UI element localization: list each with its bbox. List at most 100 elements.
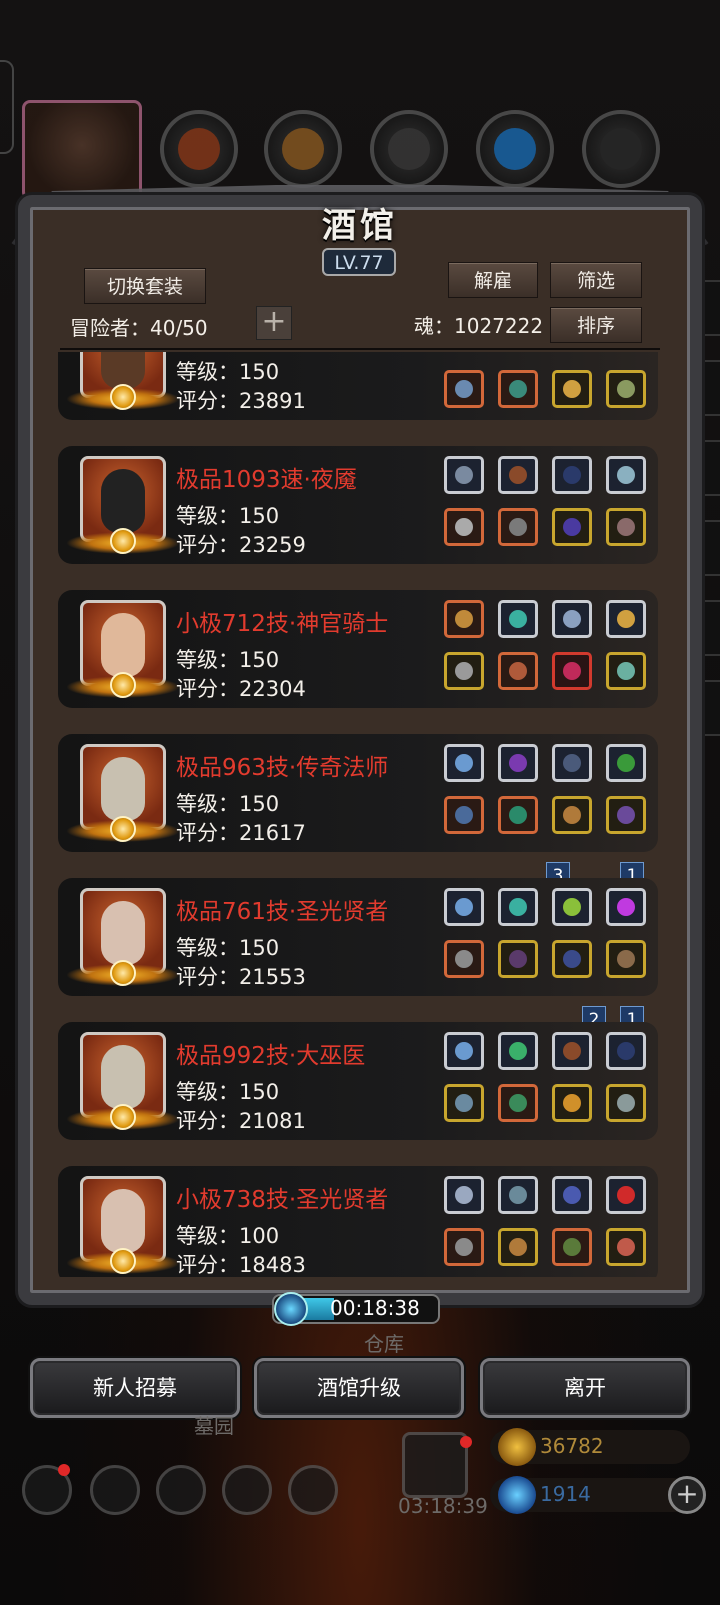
equip-slot[interactable] [552, 1084, 592, 1122]
equip-slot[interactable] [606, 600, 646, 638]
switch-set-button[interactable]: 切换套装 [84, 268, 206, 304]
equip-slot[interactable] [552, 1032, 592, 1070]
hero-card[interactable]: 小极738技·圣光贤者 等级：100 评分：18483 [58, 1166, 658, 1277]
equip-slot[interactable] [444, 600, 484, 638]
equip-slot[interactable] [606, 796, 646, 834]
upgrade-timer: 00:18:38 [330, 1296, 420, 1320]
equip-slot[interactable] [552, 1176, 592, 1214]
hero-score: 评分：21553 [176, 965, 306, 989]
hero-name: 极品1093速·夜魇 [176, 467, 357, 493]
rank-icon[interactable] [156, 1465, 206, 1515]
tavern-level-badge: LV.77 [322, 248, 396, 276]
star-emblem-icon [110, 1248, 136, 1274]
resource-iron-icon [582, 110, 660, 188]
tavern-upgrade-button[interactable]: 酒馆升级 [254, 1358, 464, 1418]
equip-slot[interactable] [444, 796, 484, 834]
hero-score: 评分：21617 [176, 821, 306, 845]
equip-slot[interactable] [498, 1228, 538, 1266]
equip-slot[interactable] [552, 370, 592, 408]
equip-slot[interactable] [498, 600, 538, 638]
equip-slot[interactable] [498, 796, 538, 834]
player-avatar[interactable] [22, 100, 142, 200]
equip-slot[interactable] [552, 940, 592, 978]
equip-slot[interactable] [444, 940, 484, 978]
mail-icon[interactable] [222, 1465, 272, 1515]
hero-card[interactable]: 等级：150 评分：23891 [58, 352, 658, 420]
hero-level: 等级：150 [176, 504, 280, 528]
equip-slot[interactable] [606, 744, 646, 782]
equip-slot[interactable] [606, 1228, 646, 1266]
equip-slot[interactable] [498, 508, 538, 546]
hero-card[interactable]: 极品963技·传奇法师 等级：150 评分：21617 [58, 734, 658, 852]
star-emblem-icon [110, 960, 136, 986]
hero-score: 评分：21081 [176, 1109, 306, 1133]
equip-slot[interactable] [498, 1176, 538, 1214]
equip-slot[interactable] [606, 888, 646, 926]
hero-list[interactable]: 等级：150 评分：23891 极品1093速·夜魇 等级：150 评分：232… [58, 352, 668, 1277]
equip-slot[interactable] [552, 796, 592, 834]
equip-slot[interactable] [498, 1084, 538, 1122]
hero-level: 等级：150 [176, 648, 280, 672]
chest-icon[interactable] [288, 1465, 338, 1515]
leave-button[interactable]: 离开 [480, 1358, 690, 1418]
hero-name: 极品992技·大巫医 [176, 1043, 366, 1069]
equip-slot[interactable] [552, 1228, 592, 1266]
equip-slot[interactable] [552, 600, 592, 638]
expand-slots-button[interactable]: + [256, 306, 292, 340]
gift-box-icon[interactable] [402, 1432, 468, 1498]
equip-slot[interactable] [444, 1228, 484, 1266]
filter-button[interactable]: 筛选 [550, 262, 642, 298]
hero-level: 等级：150 [176, 936, 280, 960]
equip-slot[interactable] [444, 370, 484, 408]
equip-slot[interactable] [444, 456, 484, 494]
equip-slot[interactable] [444, 1032, 484, 1070]
hero-card[interactable]: 极品761技·圣光贤者 等级：150 评分：21553 [58, 878, 658, 996]
hero-card[interactable]: 极品1093速·夜魇 等级：150 评分：23259 [58, 446, 658, 564]
equip-slot[interactable] [606, 370, 646, 408]
equip-slot[interactable] [606, 940, 646, 978]
equip-slot[interactable] [606, 508, 646, 546]
equip-slot[interactable] [606, 652, 646, 690]
equip-slot[interactable] [498, 456, 538, 494]
notification-dot [58, 1464, 70, 1476]
equip-slot[interactable] [606, 1084, 646, 1122]
hero-level: 等级：150 [176, 792, 280, 816]
hero-card[interactable]: 小极712技·神官骑士 等级：150 评分：22304 [58, 590, 658, 708]
equip-slot[interactable] [444, 508, 484, 546]
equip-slot[interactable] [444, 744, 484, 782]
equip-slot[interactable] [552, 508, 592, 546]
equip-slot[interactable] [498, 1032, 538, 1070]
equip-slot[interactable] [606, 1176, 646, 1214]
hero-card[interactable]: 极品992技·大巫医 等级：150 评分：21081 [58, 1022, 658, 1140]
equip-slot[interactable] [498, 940, 538, 978]
medal-icon[interactable] [90, 1465, 140, 1515]
hero-name: 小极738技·圣光贤者 [176, 1187, 389, 1213]
equip-slot[interactable] [498, 744, 538, 782]
equip-slot[interactable] [552, 888, 592, 926]
gift-timer: 03:18:39 [398, 1494, 488, 1518]
equip-slot[interactable] [552, 744, 592, 782]
dismiss-button[interactable]: 解雇 [448, 262, 538, 298]
equip-slot[interactable] [552, 456, 592, 494]
hero-level: 等级：150 [176, 360, 280, 384]
sort-button[interactable]: 排序 [550, 307, 642, 343]
equip-slot[interactable] [552, 652, 592, 690]
equip-slot[interactable] [606, 1032, 646, 1070]
equip-slot[interactable] [498, 370, 538, 408]
equip-slot[interactable] [444, 1176, 484, 1214]
equip-slot[interactable] [498, 652, 538, 690]
adventurer-count: 冒险者：40/50 [70, 316, 208, 340]
hero-level: 等级：100 [176, 1224, 280, 1248]
equip-slot[interactable] [444, 888, 484, 926]
equip-slot[interactable] [444, 652, 484, 690]
add-gems-button[interactable]: + [668, 1476, 706, 1514]
equip-slot[interactable] [606, 456, 646, 494]
star-emblem-icon [110, 384, 136, 410]
equip-slot[interactable] [498, 888, 538, 926]
soul-count: 魂：1027222 [414, 314, 544, 338]
recruit-button[interactable]: 新人招募 [30, 1358, 240, 1418]
side-handle[interactable] [0, 60, 14, 154]
resource-crystal-icon [476, 110, 554, 188]
hero-score: 评分：23259 [176, 533, 306, 557]
equip-slot[interactable] [444, 1084, 484, 1122]
